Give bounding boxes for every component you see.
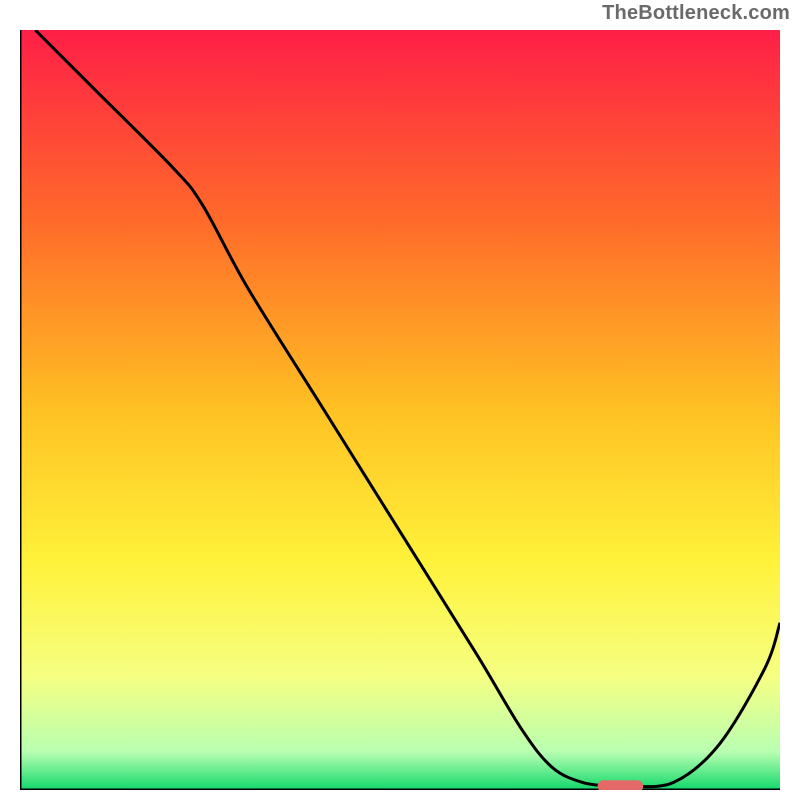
plot-area bbox=[20, 30, 780, 790]
optimal-range-marker bbox=[598, 780, 644, 790]
chart-container: TheBottleneck.com bbox=[0, 0, 800, 800]
plot-svg bbox=[20, 30, 780, 790]
plot-background bbox=[20, 30, 780, 790]
watermark-text: TheBottleneck.com bbox=[602, 2, 790, 25]
